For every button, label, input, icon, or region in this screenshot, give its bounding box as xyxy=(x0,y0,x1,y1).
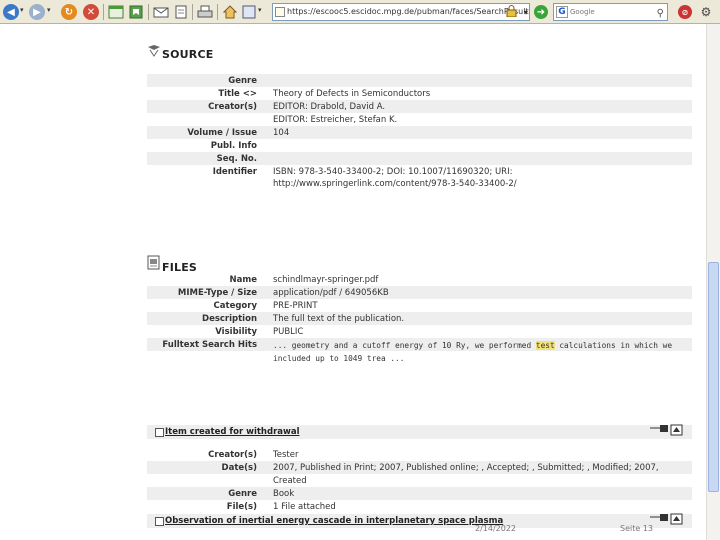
printer-icon xyxy=(197,5,213,18)
item-select-checkbox[interactable] xyxy=(155,517,164,526)
search-input[interactable]: G Google ⚲ xyxy=(553,3,668,21)
source-volume-value: 104 xyxy=(273,128,290,138)
source-icon xyxy=(148,45,160,57)
google-icon: G xyxy=(556,6,568,18)
source-genre-label: Genre xyxy=(228,76,257,86)
source-creator-1: EDITOR: Drabold, David A. xyxy=(273,102,386,112)
item-dates-label: Date(s) xyxy=(221,463,257,473)
item-creators-label: Creator(s) xyxy=(208,450,257,460)
bookmark-icon xyxy=(129,5,143,19)
item-files-value: 1 File attached xyxy=(273,502,336,512)
file-category-label: Category xyxy=(213,301,257,311)
print-button[interactable] xyxy=(196,3,214,21)
item-actions[interactable] xyxy=(650,513,684,525)
source-identifier-value: ISBN: 978-3-540-33400-2; DOI: 10.1007/11… xyxy=(273,167,513,177)
home-page-button[interactable] xyxy=(107,3,125,21)
fulltext-hit-after: calculations in which we xyxy=(554,341,673,350)
stop-icon: ✕ xyxy=(83,4,99,20)
item-select-checkbox[interactable] xyxy=(155,428,164,437)
back-button[interactable]: ◀ xyxy=(2,3,20,21)
toolbar-separator xyxy=(217,4,218,20)
fulltext-hit-before: ... geometry and a cutoff energy of 10 R… xyxy=(273,341,536,350)
browser-toolbar: ◀ ▾ ▶ ▾ ↻ ✕ ▾ https://escooc5.escidoc.mp… xyxy=(0,0,720,24)
scrollbar-thumb[interactable] xyxy=(708,262,719,492)
source-seq-no-label: Seq. No. xyxy=(216,154,257,164)
forward-button[interactable]: ▶ xyxy=(28,3,46,21)
toolbar-separator xyxy=(148,4,149,20)
settings-button[interactable]: ⚙ xyxy=(697,3,715,21)
go-arrow-icon: ➜ xyxy=(534,5,548,19)
item-actions[interactable] xyxy=(650,424,684,436)
forward-dropdown-icon[interactable]: ▾ xyxy=(47,6,51,14)
footer-page-number: Seite 13 xyxy=(620,524,654,533)
page-icon xyxy=(242,5,256,19)
reload-button[interactable]: ↻ xyxy=(60,3,78,21)
go-button[interactable]: ➜ xyxy=(532,3,550,21)
back-arrow-icon: ◀ xyxy=(3,4,19,20)
fulltext-hits-label: Fulltext Search Hits xyxy=(162,340,257,350)
document-icon xyxy=(175,5,187,19)
item-title-link[interactable]: Observation of inertial energy cascade i… xyxy=(165,516,503,526)
source-creators-label: Creator(s) xyxy=(208,102,257,112)
item-genre-label: Genre xyxy=(228,489,257,499)
source-publ-info-label: Publ. Info xyxy=(210,141,257,151)
mail-button[interactable] xyxy=(152,3,170,21)
item-dates-continued: Created xyxy=(273,476,307,486)
item-genre-value: Book xyxy=(273,489,295,499)
reload-icon: ↻ xyxy=(61,4,77,20)
source-identifier-label: Identifier xyxy=(212,167,257,177)
search-icon[interactable]: ⚲ xyxy=(657,6,664,22)
file-mime-label: MIME-Type / Size xyxy=(177,288,257,298)
list-icon xyxy=(660,514,668,521)
item-dates-value: 2007, Published in Print; 2007, Publishe… xyxy=(273,463,659,473)
file-category-value: PRE-PRINT xyxy=(273,301,318,311)
files-heading: FILES xyxy=(162,261,198,274)
block-icon: ⊘ xyxy=(678,5,692,19)
file-visibility-label: Visibility xyxy=(215,327,257,337)
gear-icon: ⚙ xyxy=(700,5,712,19)
url-dropdown-icon: ▾ xyxy=(523,7,528,17)
source-volume-label: Volume / Issue xyxy=(187,128,257,138)
address-text: https://escooc5.escidoc.mpg.de/pubman/fa… xyxy=(287,7,530,16)
stop-button[interactable]: ✕ xyxy=(82,3,100,21)
address-bar[interactable]: https://escooc5.escidoc.mpg.de/pubman/fa… xyxy=(272,3,530,21)
source-creator-2: EDITOR: Estreicher, Stefan K. xyxy=(273,115,398,125)
list-icon xyxy=(660,425,668,432)
window-icon xyxy=(108,5,124,19)
options-button[interactable]: ⊘ xyxy=(676,3,694,21)
envelope-icon xyxy=(153,7,169,18)
file-name-label: Name xyxy=(229,275,257,285)
forward-arrow-icon: ▶ xyxy=(29,4,45,20)
source-title-value: Theory of Defects in Semiconductors xyxy=(273,89,431,99)
source-identifier-uri[interactable]: http://www.springerlink.com/content/978-… xyxy=(273,179,517,189)
favicon-icon xyxy=(275,7,285,17)
lock-icon xyxy=(506,5,517,17)
edit-button[interactable] xyxy=(172,3,190,21)
files-icon xyxy=(147,255,160,270)
item-title-link[interactable]: Item created for withdrawal xyxy=(165,427,300,437)
footer-date: 2/14/2022 xyxy=(475,524,517,533)
bookmarks-button[interactable] xyxy=(127,3,145,21)
file-name-value[interactable]: schindlmayr-springer.pdf xyxy=(273,275,378,285)
toolbar-separator xyxy=(103,4,104,20)
search-placeholder: Google xyxy=(570,8,595,16)
file-description-value: The full text of the publication. xyxy=(273,314,405,324)
item-files-label: File(s) xyxy=(226,502,257,512)
item-creators-value: Tester xyxy=(273,450,299,460)
toolbar-separator xyxy=(192,4,193,20)
source-heading: SOURCE xyxy=(162,48,214,61)
page-menu-button[interactable] xyxy=(240,3,258,21)
fulltext-hits-value: ... geometry and a cutoff energy of 10 R… xyxy=(273,341,672,350)
file-mime-value: application/pdf / 649056KB xyxy=(273,288,389,298)
back-dropdown-icon[interactable]: ▾ xyxy=(20,6,24,14)
source-title-label[interactable]: Title <> xyxy=(147,89,257,99)
fulltext-hit-highlight: test xyxy=(535,341,555,350)
home-icon xyxy=(222,5,238,19)
file-visibility-value: PUBLIC xyxy=(273,327,304,337)
fulltext-hits-continued: included up to 1049 trea ... xyxy=(273,354,405,363)
page-menu-dropdown-icon[interactable]: ▾ xyxy=(258,6,262,14)
home-button[interactable] xyxy=(221,3,239,21)
file-description-label: Description xyxy=(202,314,257,324)
